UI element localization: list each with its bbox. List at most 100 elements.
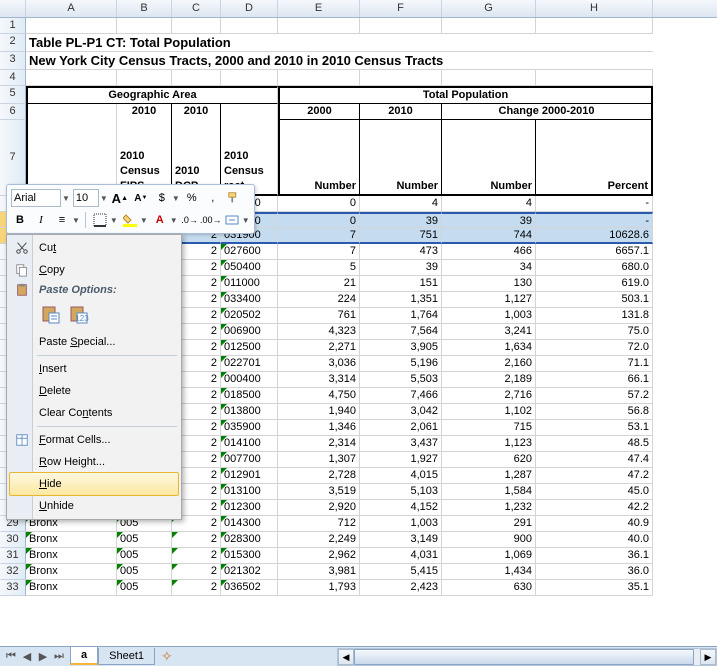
cell[interactable]: 151 <box>360 276 442 292</box>
menu-clear-contents[interactable]: Clear Contents <box>9 402 179 424</box>
cell[interactable]: 036502 <box>221 580 278 596</box>
cell[interactable]: 1,307 <box>278 452 360 468</box>
cell[interactable]: 4,750 <box>278 388 360 404</box>
tab-nav-first-icon[interactable]: ⏮ <box>4 649 18 665</box>
row-header-30[interactable]: 30 <box>0 532 26 548</box>
cell[interactable]: 012500 <box>221 340 278 356</box>
cell[interactable]: 022701 <box>221 356 278 372</box>
cell[interactable]: 021302 <box>221 564 278 580</box>
size-dropdown-icon[interactable]: ▼ <box>100 194 108 203</box>
cell[interactable]: 1,351 <box>360 292 442 308</box>
cell[interactable]: 36.0 <box>536 564 653 580</box>
cell[interactable]: 3,437 <box>360 436 442 452</box>
cell[interactable]: 033400 <box>221 292 278 308</box>
cell[interactable]: 40.0 <box>536 532 653 548</box>
cell[interactable]: Bronx <box>26 548 117 564</box>
cell[interactable]: 39 <box>442 212 536 228</box>
cell[interactable]: Bronx <box>26 532 117 548</box>
cell[interactable]: 4 <box>442 196 536 212</box>
tab-a[interactable]: a <box>70 647 98 665</box>
cell[interactable]: 1,584 <box>442 484 536 500</box>
cell[interactable]: 42.2 <box>536 500 653 516</box>
cell[interactable]: 3,149 <box>360 532 442 548</box>
cell[interactable]: 56.8 <box>536 404 653 420</box>
cell[interactable]: 1,003 <box>360 516 442 532</box>
italic-button[interactable]: I <box>32 211 50 229</box>
menu-paste-special[interactable]: Paste Special... <box>9 331 179 353</box>
cell[interactable]: 900 <box>442 532 536 548</box>
scroll-left-icon[interactable]: ◀ <box>338 649 354 665</box>
format-painter-icon[interactable] <box>225 189 243 207</box>
cell[interactable]: 012901 <box>221 468 278 484</box>
cell[interactable]: 48.5 <box>536 436 653 452</box>
cell[interactable]: 027600 <box>221 244 278 260</box>
cell[interactable]: 130 <box>442 276 536 292</box>
title-1[interactable]: Table PL-P1 CT: Total Population <box>26 34 653 52</box>
cell[interactable]: 3,905 <box>360 340 442 356</box>
tab-nav-prev-icon[interactable]: ◀ <box>20 649 34 665</box>
comma-button[interactable]: , <box>204 189 222 207</box>
bold-button[interactable]: B <box>11 211 29 229</box>
hdr-num-2010[interactable]: Number <box>360 120 442 196</box>
cell[interactable]: 71.1 <box>536 356 653 372</box>
cell[interactable]: 012300 <box>221 500 278 516</box>
align-button[interactable]: ≡ <box>53 211 71 229</box>
cell[interactable]: 5,503 <box>360 372 442 388</box>
cell[interactable]: 57.2 <box>536 388 653 404</box>
cell[interactable]: 013800 <box>221 404 278 420</box>
menu-copy[interactable]: Copy <box>9 259 179 281</box>
cell[interactable]: 45.0 <box>536 484 653 500</box>
cell[interactable]: 2,189 <box>442 372 536 388</box>
cell[interactable]: 1,927 <box>360 452 442 468</box>
cell[interactable]: 020502 <box>221 308 278 324</box>
cell[interactable]: 3,314 <box>278 372 360 388</box>
tab-nav-next-icon[interactable]: ▶ <box>36 649 50 665</box>
hdr-percent[interactable]: Percent <box>536 120 653 196</box>
cell[interactable]: 2,920 <box>278 500 360 516</box>
cell[interactable]: 2 <box>172 532 221 548</box>
row-header-2[interactable]: 2 <box>0 34 26 52</box>
cell[interactable]: 014300 <box>221 516 278 532</box>
font-dropdown-icon[interactable]: ▼ <box>62 194 70 203</box>
cell[interactable]: 34 <box>442 260 536 276</box>
cell[interactable]: 4,152 <box>360 500 442 516</box>
cell[interactable]: Bronx <box>26 580 117 596</box>
menu-format-cells[interactable]: Format Cells... <box>9 429 179 451</box>
hdr-num-2000[interactable]: Number <box>278 120 360 196</box>
menu-delete[interactable]: Delete <box>9 380 179 402</box>
cell[interactable]: 2,061 <box>360 420 442 436</box>
cell[interactable]: 005 <box>117 564 172 580</box>
cell[interactable]: 015300 <box>221 548 278 564</box>
cell[interactable]: 751 <box>360 228 442 244</box>
cell[interactable]: 35.1 <box>536 580 653 596</box>
cell[interactable]: 4,031 <box>360 548 442 564</box>
hdr-totpop[interactable]: Total Population <box>278 86 653 104</box>
cell[interactable]: 620 <box>442 452 536 468</box>
cell[interactable]: 744 <box>442 228 536 244</box>
cell[interactable]: 0 <box>278 212 360 228</box>
hdr-geo[interactable]: Geographic Area <box>26 86 278 104</box>
cell[interactable]: 0 <box>278 196 360 212</box>
cell[interactable]: 3,981 <box>278 564 360 580</box>
cell[interactable]: 291 <box>442 516 536 532</box>
border-button[interactable] <box>91 211 109 229</box>
cell[interactable]: 005 <box>117 532 172 548</box>
row-header-6[interactable]: 6 <box>0 104 26 120</box>
col-header-C[interactable]: C <box>172 0 221 17</box>
cell[interactable]: 47.2 <box>536 468 653 484</box>
row-header-1[interactable]: 1 <box>0 18 26 34</box>
font-size-input[interactable] <box>73 189 99 207</box>
cell[interactable]: 1,003 <box>442 308 536 324</box>
currency-button[interactable]: $ <box>153 189 171 207</box>
cell[interactable]: 2,249 <box>278 532 360 548</box>
cell[interactable]: 715 <box>442 420 536 436</box>
font-name-input[interactable] <box>11 189 61 207</box>
select-all-corner[interactable] <box>0 0 26 17</box>
tab-nav-last-icon[interactable]: ⏭ <box>52 649 66 665</box>
cell[interactable]: 1,793 <box>278 580 360 596</box>
col-header-G[interactable]: G <box>442 0 536 17</box>
cell[interactable]: 4,015 <box>360 468 442 484</box>
col-header-F[interactable]: F <box>360 0 442 17</box>
fill-color-button[interactable] <box>121 211 139 229</box>
cell[interactable]: 011000 <box>221 276 278 292</box>
